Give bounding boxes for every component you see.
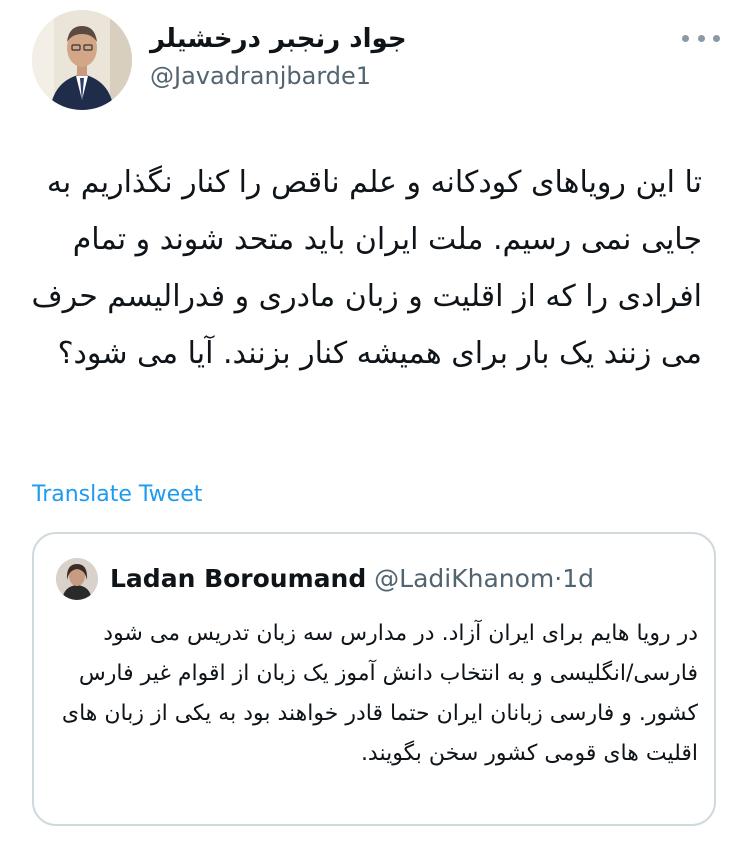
translate-tweet-link[interactable]: Translate Tweet xyxy=(32,482,202,507)
more-dot-icon xyxy=(697,34,705,42)
author-name[interactable]: جواد رنجبر درخشیلر xyxy=(150,22,407,56)
quoted-author-name[interactable]: Ladan Boroumand xyxy=(110,564,366,593)
author-avatar[interactable] xyxy=(32,10,132,110)
quoted-tweet-header: Ladan Boroumand @LadiKhanom·1d xyxy=(110,562,594,596)
quoted-tweet-card[interactable]: Ladan Boroumand @LadiKhanom·1d در رویا ه… xyxy=(32,532,716,826)
quoted-timestamp[interactable]: 1d xyxy=(562,564,594,593)
more-dot-icon xyxy=(713,34,720,42)
quoted-author-avatar[interactable] xyxy=(56,558,98,600)
quoted-author-handle[interactable]: @LadiKhanom xyxy=(374,564,554,593)
tweet-text: تا این رویاهای کودکانه و علم ناقص را کنا… xyxy=(31,165,702,371)
quoted-avatar-photo-icon xyxy=(56,558,98,600)
more-options-icon[interactable] xyxy=(682,28,720,48)
author-handle[interactable]: @Javadranjbarde1 xyxy=(150,60,371,92)
quoted-tweet-text: در رویا هایم برای ایران آزاد. در مدارس س… xyxy=(61,621,698,766)
more-dot-icon xyxy=(682,34,689,42)
avatar-photo-icon xyxy=(32,10,132,110)
